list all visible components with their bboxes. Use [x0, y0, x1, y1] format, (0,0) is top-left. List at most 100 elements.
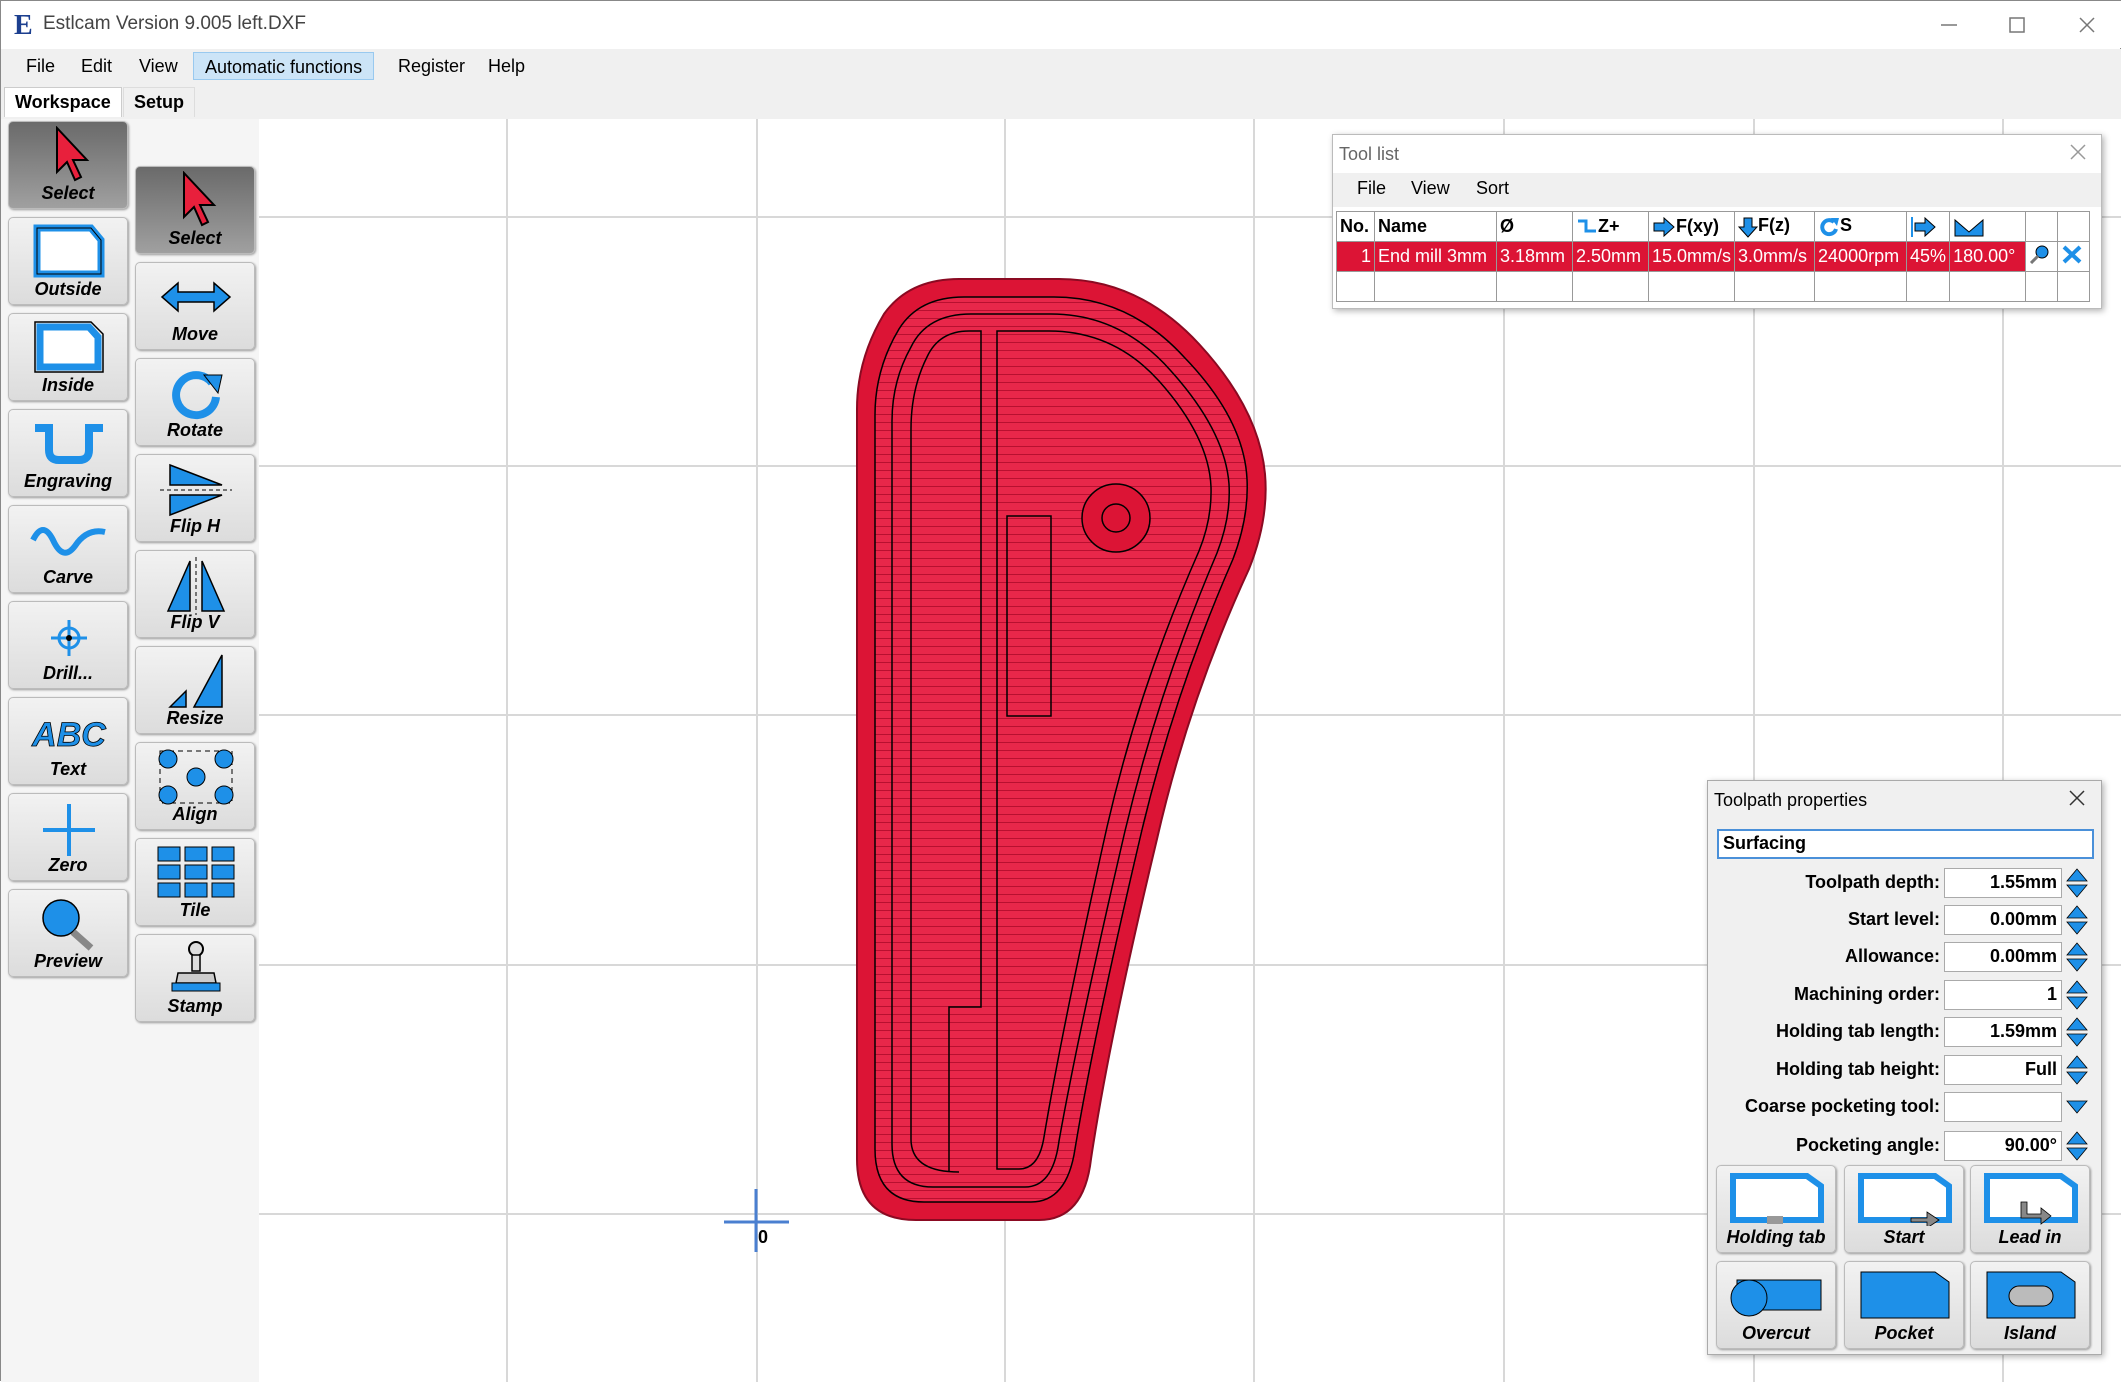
select-button-2[interactable]: Select [135, 166, 255, 254]
v-bit-angle-icon [1954, 218, 1984, 237]
rotate-button[interactable]: Rotate [135, 358, 255, 446]
island-button[interactable]: Island [1970, 1261, 2090, 1349]
drill-button[interactable]: Drill... [8, 601, 128, 689]
menu-automatic-functions[interactable]: Automatic functions [193, 52, 375, 80]
coarse-pocketing-tool-select[interactable] [1944, 1092, 2062, 1122]
col-header-no[interactable]: No. [1336, 211, 1375, 242]
spinner-icon[interactable] [2066, 1130, 2088, 1162]
tool-list-close-button[interactable] [2069, 141, 2087, 167]
tab-workspace[interactable]: Workspace [4, 87, 122, 117]
menu-view[interactable]: View [128, 52, 189, 80]
toolpath-pocket[interactable] [874, 296, 1248, 1203]
flip-v-button[interactable]: Flip V [135, 550, 255, 638]
empty-cell [2025, 271, 2059, 302]
flip-h-button[interactable]: Flip H [135, 454, 255, 542]
table-row[interactable]: 1 End mill 3mm 3.18mm 2.50mm 15.0mm/s 3.… [1336, 241, 2091, 272]
empty-cell [1572, 271, 1649, 302]
spinner-icon[interactable] [2066, 867, 2088, 899]
close-window-button[interactable] [2052, 1, 2121, 48]
pocketing-angle-input[interactable]: 90.00° [1944, 1131, 2062, 1161]
toolpath-name-input[interactable]: Surfacing [1717, 829, 2094, 859]
holding-tab-height-input[interactable]: Full [1944, 1055, 2062, 1085]
chevron-down-icon[interactable] [2066, 1091, 2088, 1123]
edit-tool-button[interactable] [2025, 241, 2059, 272]
menu-file[interactable]: File [15, 52, 66, 80]
cell-no: 1 [1336, 241, 1375, 272]
tile-button[interactable]: Tile [135, 838, 255, 926]
tool-label: Start [1883, 1227, 1925, 1247]
machining-order-input[interactable]: 1 [1944, 980, 2062, 1010]
lead-in-button[interactable]: Lead in [1970, 1165, 2090, 1253]
select-button[interactable]: Select [8, 121, 128, 209]
inside-contour-icon [34, 321, 104, 373]
col-header-fxy[interactable]: F(xy) [1647, 211, 1736, 242]
zero-button[interactable]: Zero [8, 793, 128, 881]
tool-list-menu-view[interactable]: View [1411, 178, 1450, 199]
spinner-icon[interactable] [2066, 1016, 2088, 1048]
allowance-input[interactable]: 0.00mm [1944, 942, 2062, 972]
align-icon [158, 749, 234, 805]
tab-setup[interactable]: Setup [123, 87, 196, 117]
text-button[interactable]: ABC Text [8, 697, 128, 785]
property-row-start-level: Start level: 0.00mm [1708, 902, 2103, 936]
holding-tab-icon [1730, 1173, 1824, 1224]
arrow-right-icon [1911, 216, 1936, 237]
outside-button[interactable]: Outside [8, 217, 128, 305]
table-row-empty[interactable] [1336, 271, 2091, 302]
toolpath-properties-title: Toolpath properties [1714, 790, 1868, 810]
preview-button[interactable]: Preview [8, 889, 128, 977]
col-header-diameter[interactable]: Ø [1496, 211, 1573, 242]
menu-help[interactable]: Help [477, 52, 536, 80]
tile-grid-icon [157, 846, 235, 898]
start-level-input[interactable]: 0.00mm [1944, 905, 2062, 935]
start-button[interactable]: Start [1844, 1165, 1964, 1253]
property-row-coarse-pocketing-tool: Coarse pocketing tool: [1708, 1089, 2103, 1123]
estlcam-window: E Estlcam Version 9.005 left.DXF File Ed… [0, 0, 2121, 1382]
mount-hole-outer[interactable] [1081, 483, 1151, 553]
align-button[interactable]: Align [135, 742, 255, 830]
col-header-stepover[interactable] [1906, 211, 1951, 242]
pocket-button[interactable]: Pocket [1844, 1261, 1964, 1349]
tool-label: Zero [48, 855, 88, 875]
carve-button[interactable]: Carve [8, 505, 128, 593]
spinner-icon[interactable] [2066, 1054, 2088, 1086]
spinner-icon[interactable] [2066, 979, 2088, 1011]
menu-edit[interactable]: Edit [70, 52, 123, 80]
zero-origin-icon [43, 804, 95, 856]
col-header-fz[interactable]: F(z) [1734, 211, 1816, 242]
spinner-icon[interactable] [2066, 904, 2088, 936]
move-button[interactable]: Move [135, 262, 255, 350]
holding-tab-button[interactable]: Holding tab [1716, 1165, 1836, 1253]
delete-tool-button[interactable] [2057, 241, 2091, 272]
property-row-machining-order: Machining order: 1 [1708, 977, 2103, 1011]
col-header-speed[interactable]: S [1814, 211, 1908, 242]
empty-cell [1496, 271, 1573, 302]
tool-label: Move [171, 324, 218, 344]
col-header-name[interactable]: Name [1374, 211, 1497, 242]
tool-label: Drill... [42, 663, 93, 683]
spinner-icon[interactable] [2066, 941, 2088, 973]
close-icon [2069, 790, 2085, 806]
holding-tab-length-input[interactable]: 1.59mm [1944, 1017, 2062, 1047]
col-header-zplus[interactable]: Z+ [1572, 211, 1649, 242]
overcut-button[interactable]: Overcut [1716, 1261, 1836, 1349]
drill-crosshair-icon [51, 620, 87, 656]
toolpath-depth-input[interactable]: 1.55mm [1944, 868, 2062, 898]
tool-label: Select [41, 183, 95, 203]
empty-cell [1647, 271, 1736, 302]
tool-list-menu-file[interactable]: File [1357, 178, 1386, 199]
pointer-icon [56, 126, 90, 182]
inside-button[interactable]: Inside [8, 313, 128, 401]
resize-button[interactable]: Resize [135, 646, 255, 734]
move-arrows-icon [160, 281, 232, 313]
pocket-icon [1860, 1271, 1950, 1319]
engraving-button[interactable]: Engraving [8, 409, 128, 497]
tool-list-menu-sort[interactable]: Sort [1476, 178, 1509, 199]
minimize-button[interactable] [1914, 1, 1983, 48]
stamp-button[interactable]: Stamp [135, 934, 255, 1022]
menu-register[interactable]: Register [387, 52, 476, 80]
empty-cell [2057, 271, 2091, 302]
toolpath-properties-close-button[interactable] [2068, 787, 2086, 813]
maximize-button[interactable] [1982, 1, 2051, 48]
col-header-tool-angle[interactable] [1949, 211, 2027, 242]
